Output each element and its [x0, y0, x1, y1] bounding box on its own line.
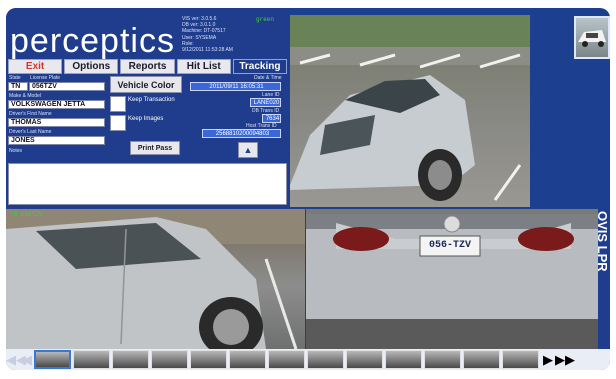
- version-info: VIS ver: 3.0.5.6 DB ver: 3.0.1.0 Machine…: [182, 16, 233, 54]
- next-button[interactable]: ▶: [541, 352, 555, 368]
- previous-button[interactable]: ◀: [20, 352, 34, 368]
- next-icon: ▶: [543, 351, 553, 367]
- fast-forward-button[interactable]: ▶▶: [555, 352, 575, 368]
- plate-label: License Plate: [30, 75, 61, 81]
- thumbnail[interactable]: [73, 350, 110, 369]
- thumbnail[interactable]: [268, 350, 305, 369]
- filmstrip: ◀◀ ◀ ▶ ▶▶: [6, 349, 610, 370]
- thumbnail[interactable]: [34, 350, 71, 369]
- notes-label: Notes: [9, 148, 23, 154]
- thumbnail[interactable]: [424, 350, 461, 369]
- ovis-lpr-label: OVIS LPR: [595, 209, 610, 349]
- tab-bar: Exit Options Reports Hit List Tracking: [8, 59, 288, 74]
- vehicle-color-button[interactable]: Vehicle Color: [110, 76, 182, 93]
- rewind-button[interactable]: ◀◀: [6, 352, 26, 368]
- keep-transaction-label: Keep Transaction: [128, 97, 175, 103]
- datetime-label: Date & Time: [254, 75, 282, 81]
- camera-side-image: [6, 209, 305, 349]
- camera-rear-image: [306, 214, 598, 349]
- thumbnail[interactable]: [463, 350, 500, 369]
- tab-reports[interactable]: Reports: [120, 59, 175, 74]
- status-text: green: [256, 16, 275, 23]
- thumbnail[interactable]: [502, 350, 539, 369]
- thumbnail[interactable]: [385, 350, 422, 369]
- db-trans-field: 7634: [262, 114, 281, 123]
- tab-exit[interactable]: Exit: [8, 59, 63, 74]
- control-panel: perceptics VIS ver: 3.0.5.6 DB ver: 3.0.…: [6, 8, 289, 207]
- state-label: State: [9, 75, 21, 81]
- plate-field[interactable]: 056TZV: [29, 82, 105, 91]
- tab-tracking[interactable]: Tracking: [232, 59, 288, 74]
- tab-hit-list[interactable]: Hit List: [176, 59, 231, 74]
- scroll-up-button[interactable]: ▲: [238, 142, 258, 158]
- last-name-field[interactable]: JONES: [8, 136, 105, 145]
- datetime-field: 2011/09/11 16:05:31: [190, 82, 281, 91]
- fast-forward-icon: ▶▶: [555, 351, 575, 367]
- side-thumbnail-image: [578, 30, 606, 47]
- first-name-field[interactable]: THOMAS: [8, 118, 105, 127]
- make-model-field[interactable]: VOLKSWAGEN JETTA: [8, 100, 105, 109]
- license-plate-text: 056-TZV: [428, 240, 471, 251]
- camera-view-side-thumbnail[interactable]: [574, 16, 610, 59]
- notes-field[interactable]: [8, 163, 287, 205]
- thumbnail[interactable]: [151, 350, 188, 369]
- lane-field: LANE020: [250, 98, 281, 107]
- tab-options[interactable]: Options: [64, 59, 119, 74]
- state-field[interactable]: TN: [8, 82, 28, 91]
- keep-transaction-checkbox[interactable]: [110, 96, 126, 112]
- last-name-label: Driver's Last Name: [9, 129, 52, 135]
- camera-view-side[interactable]: TN 056TZV: [6, 209, 305, 349]
- camera-view-top[interactable]: [290, 15, 530, 207]
- thumbnail[interactable]: [307, 350, 344, 369]
- perceptics-logo: perceptics: [10, 22, 175, 60]
- host-trans-field: 2568810200094803: [202, 129, 281, 138]
- camera-overlay-plate: TN 056TZV: [10, 211, 43, 218]
- make-label: Make & Model: [9, 93, 41, 99]
- print-pass-button[interactable]: Print Pass: [130, 141, 180, 155]
- thumbnail[interactable]: [190, 350, 227, 369]
- thumbnail[interactable]: [346, 350, 383, 369]
- first-name-label: Driver's First Name: [9, 111, 52, 117]
- keep-images-label: Keep Images: [128, 116, 164, 122]
- thumbnail[interactable]: [229, 350, 266, 369]
- camera-top-image: [290, 15, 530, 201]
- app-window: perceptics VIS ver: 3.0.5.6 DB ver: 3.0.…: [6, 8, 610, 370]
- camera-view-rear[interactable]: 056-TZV: [306, 209, 598, 349]
- previous-icon: ◀: [22, 351, 32, 367]
- thumbnail[interactable]: [112, 350, 149, 369]
- up-arrow-icon: ▲: [243, 145, 253, 155]
- keep-images-checkbox[interactable]: [110, 115, 126, 131]
